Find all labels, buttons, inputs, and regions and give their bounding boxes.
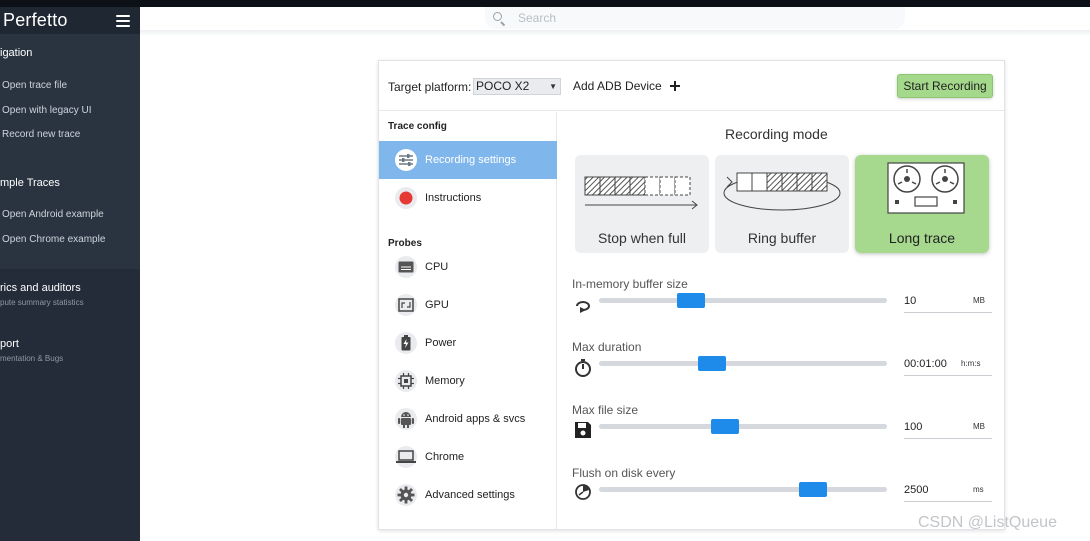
battery-icon	[395, 332, 417, 354]
search-bar	[485, 7, 905, 29]
caret-down-icon: ▼	[549, 82, 557, 91]
max-duration-value: 00:01:00	[904, 358, 947, 370]
sidebar-section-title: rics and auditors	[0, 282, 81, 294]
record-page-card: Target platform: POCO X2 ▼ Add ADB Devic…	[378, 60, 1005, 530]
flush-interval-unit: ms	[973, 485, 984, 494]
slider-thumb[interactable]	[799, 482, 827, 497]
sidebar-section-example-traces: mple Traces Open Android example Open Ch…	[0, 177, 140, 252]
gear-icon	[395, 484, 417, 506]
search-input[interactable]	[518, 11, 878, 25]
cpu-icon	[395, 256, 417, 278]
flush-interval-value: 2500	[904, 484, 929, 496]
tape-recorder-icon	[887, 162, 965, 214]
nav-label: CPU	[425, 261, 449, 273]
ring-buffer-icon	[723, 172, 841, 211]
mode-long-trace[interactable]: Long trace	[855, 155, 989, 253]
target-platform-value: POCO X2	[476, 79, 530, 93]
sidebar-section-title: igation	[0, 47, 33, 59]
trace-config-heading: Trace config	[388, 121, 447, 132]
sidebar-header: Perfetto	[0, 7, 140, 34]
nav-recording-settings[interactable]: Recording settings	[379, 141, 557, 179]
nav-instructions[interactable]: Instructions	[379, 179, 557, 217]
nav-label: Chrome	[425, 451, 465, 463]
sidebar-section-title: port	[0, 338, 19, 350]
hamburger-menu-icon[interactable]	[116, 14, 130, 27]
sidebar-lower-panel	[0, 269, 140, 541]
save-disk-icon	[575, 422, 591, 438]
watermark-text: CSDN @ListQueue	[918, 514, 1057, 531]
max-duration-label: Max duration	[572, 340, 642, 354]
start-recording-button[interactable]: Start Recording	[897, 74, 993, 98]
add-adb-device-button[interactable]: Add ADB Device	[573, 79, 680, 93]
laptop-icon	[395, 446, 417, 468]
slider-thumb[interactable]	[698, 356, 726, 371]
max-file-size-slider[interactable]	[599, 419, 887, 434]
stop-when-full-icon	[584, 176, 698, 210]
sidebar-section-title: mple Traces	[0, 177, 60, 189]
mode-stop-when-full[interactable]: Stop when full	[575, 155, 709, 253]
gpu-icon	[395, 294, 417, 316]
sidebar-section-subtitle: pute summary statistics	[0, 298, 84, 307]
nav-android-apps[interactable]: Android apps & svcs	[379, 400, 557, 438]
mode-label: Ring buffer	[747, 230, 817, 246]
max-file-size-unit: MB	[973, 422, 985, 431]
header-shadow	[140, 30, 1090, 36]
max-file-size-label: Max file size	[572, 403, 639, 417]
max-duration-slider[interactable]	[599, 356, 887, 371]
top-strip	[0, 0, 1090, 7]
flush-timer-icon	[575, 484, 591, 500]
nav-label: Power	[425, 337, 457, 349]
slider-thumb[interactable]	[677, 293, 705, 308]
nav-cpu[interactable]: CPU	[379, 248, 557, 286]
nav-gpu[interactable]: GPU	[379, 286, 557, 324]
nav-label: Android apps & svcs	[425, 413, 526, 425]
nav-memory[interactable]: Memory	[379, 362, 557, 400]
buffer-size-slider[interactable]	[599, 293, 887, 308]
target-platform-label: Target platform:	[388, 80, 472, 94]
tune-sliders-icon	[395, 149, 417, 171]
buffer-size-label: In-memory buffer size	[572, 277, 688, 291]
loop-icon	[576, 301, 590, 313]
sidebar-section-subtitle: mentation & Bugs	[0, 354, 64, 363]
flush-interval-label: Flush on disk every	[572, 466, 676, 480]
nav-label: Advanced settings	[425, 489, 515, 501]
nav-label: Instructions	[425, 192, 482, 204]
target-platform-select[interactable]: POCO X2 ▼	[473, 78, 561, 95]
max-duration-unit: h:m:s	[961, 359, 981, 368]
slider-thumb[interactable]	[711, 419, 739, 434]
timer-icon	[575, 359, 591, 377]
memory-chip-icon	[395, 370, 417, 392]
sidebar-item-open-trace-file[interactable]: Open trace file	[0, 74, 140, 99]
nav-label: GPU	[425, 299, 449, 311]
sidebar-item-open-android-example[interactable]: Open Android example	[0, 203, 140, 228]
sidebar-section-support[interactable]: port mentation & Bugs	[0, 338, 140, 363]
sidebar-section-navigation: igation Open trace file Open with legacy…	[0, 47, 140, 148]
nav-power[interactable]: Power	[379, 324, 557, 362]
nav-advanced-settings[interactable]: Advanced settings	[379, 476, 557, 514]
recording-mode-title: Recording mode	[725, 126, 828, 142]
record-nav: Trace config Recording settings Instruct…	[379, 112, 557, 530]
nav-label: Memory	[425, 375, 465, 387]
nav-label: Recording settings	[425, 154, 517, 166]
record-dot-icon	[395, 187, 417, 209]
max-file-size-value: 100	[904, 421, 923, 433]
plus-icon	[669, 81, 680, 91]
mode-label: Long trace	[888, 230, 956, 246]
add-adb-device-label: Add ADB Device	[573, 79, 662, 93]
sidebar-item-open-chrome-example[interactable]: Open Chrome example	[0, 228, 140, 253]
nav-chrome[interactable]: Chrome	[379, 438, 557, 476]
mode-ring-buffer[interactable]: Ring buffer	[715, 155, 849, 253]
app-title: Perfetto	[3, 10, 68, 30]
search-icon	[493, 11, 506, 26]
sidebar: Perfetto igation Open trace file Open wi…	[0, 7, 140, 541]
android-icon	[395, 408, 417, 430]
sidebar-section-metrics[interactable]: rics and auditors pute summary statistic…	[0, 282, 140, 307]
sidebar-item-open-legacy-ui[interactable]: Open with legacy UI	[0, 99, 140, 124]
flush-interval-slider[interactable]	[599, 482, 887, 497]
buffer-size-unit: MB	[973, 296, 985, 305]
sidebar-item-record-new-trace[interactable]: Record new trace	[0, 123, 140, 148]
buffer-size-value: 10	[904, 295, 917, 307]
mode-label: Stop when full	[598, 230, 686, 246]
record-header: Target platform: POCO X2 ▼ Add ADB Devic…	[379, 61, 1004, 111]
